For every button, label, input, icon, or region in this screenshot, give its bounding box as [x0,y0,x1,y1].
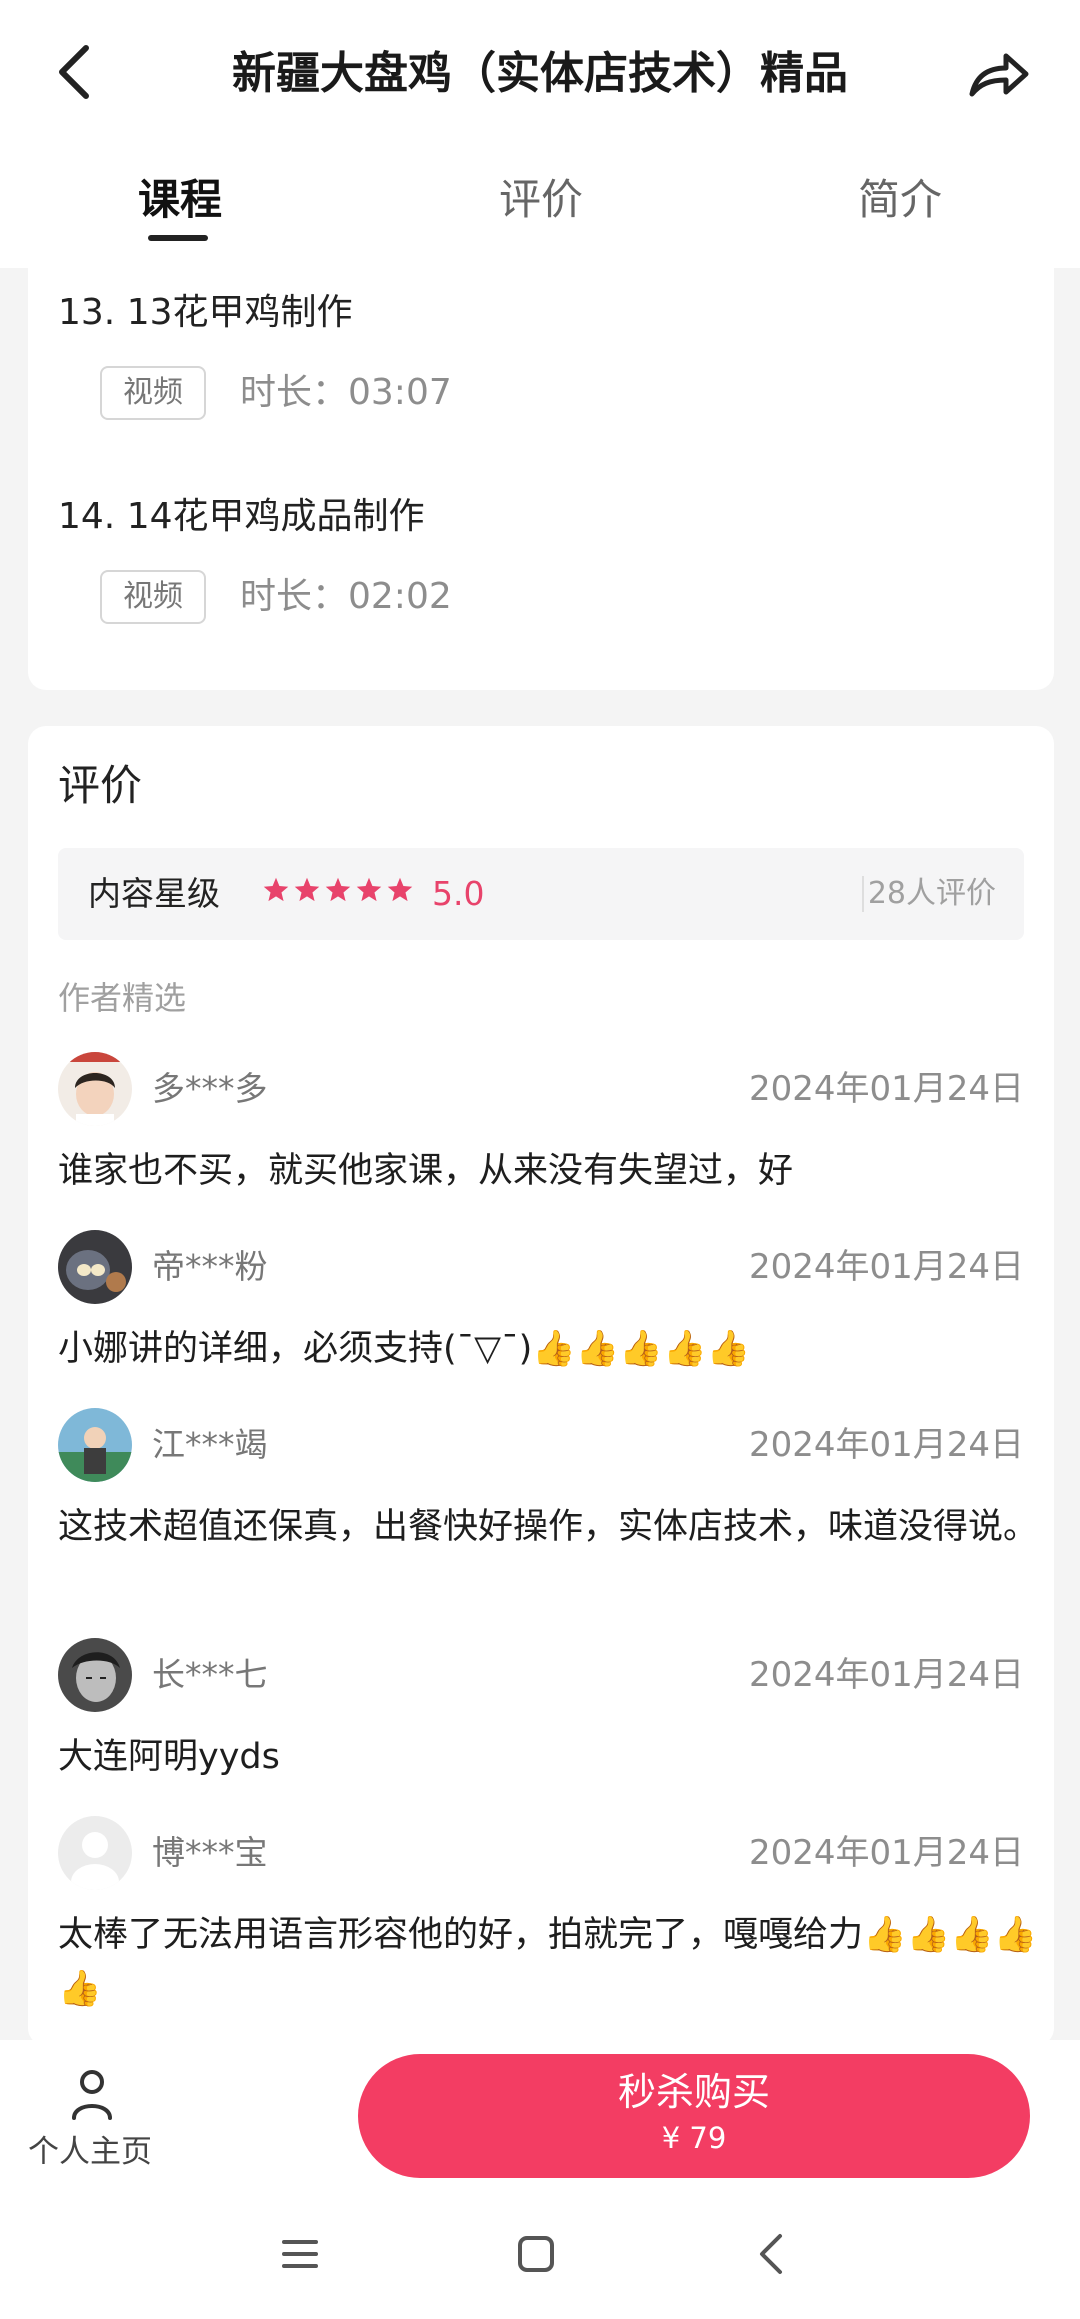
buy-button-price: ¥ 79 [661,2121,727,2155]
lesson-type-tag: 视频 [100,570,206,624]
reviews-heading: 评价 [58,761,143,810]
review-date: 2024年01月24日 [748,1425,1024,1465]
bottom-action-bar: 个人主页 秒杀购买 ¥ 79 [0,2040,1080,2190]
review-date: 2024年01月24日 [748,1655,1024,1695]
reviewer-name: 博***宝 [152,1833,268,1872]
reviewer-name: 帝***粉 [152,1247,268,1286]
review-text: 谁家也不买，就买他家课，从来没有失望过，好 [58,1151,794,1191]
lesson-duration: 时长：03:07 [240,372,452,413]
avatar[interactable] [58,1230,132,1304]
rating-summary[interactable]: 内容星级 5.0 28人评价 [58,848,1024,940]
reviewer-name: 江***竭 [152,1425,268,1464]
review-text: 这技术超值还保真，出餐快好操作，实体店技术，味道没得说。 [58,1507,1039,1547]
person-icon[interactable] [70,2068,114,2120]
home-square-icon[interactable] [516,2234,556,2274]
default-avatar-icon[interactable] [58,1816,132,1890]
star-icon [263,877,289,902]
lesson-type-tag: 视频 [100,366,206,420]
profile-link[interactable]: 个人主页 [28,2130,152,2174]
star-rating [262,876,414,912]
avatar[interactable] [58,1638,132,1712]
system-nav-bar [0,2190,1080,2319]
reviewer-name: 长***七 [152,1655,268,1694]
menu-icon[interactable] [280,2234,320,2274]
page-title: 新疆大盘鸡（实体店技术）精品 [232,48,848,99]
review-date: 2024年01月24日 [748,1069,1024,1109]
tab-reviews[interactable]: 评价 [499,170,583,230]
chevron-left-icon[interactable] [52,42,96,102]
lesson-title[interactable]: 13. 13花甲鸡制作 [58,288,353,338]
lesson-title[interactable]: 14. 14花甲鸡成品制作 [58,492,425,542]
share-arrow-icon[interactable] [966,46,1032,102]
lesson-duration: 时长：02:02 [240,576,452,617]
reviewer-name: 多***多 [152,1069,268,1108]
tab-course[interactable]: 课程 [138,170,222,230]
star-icon [387,877,413,902]
review-text: 太棒了无法用语言形容他的好，拍就完了，嘎嘎给力👍👍👍👍👍 [58,1915,1038,2009]
tab-active-indicator [148,235,208,241]
star-icon [325,877,351,902]
avatar[interactable] [58,1408,132,1482]
review-text: 小娜讲的详细，必须支持(ˉ▽ˉ)👍👍👍👍👍 [58,1329,751,1369]
tab-intro[interactable]: 简介 [858,170,942,230]
back-icon[interactable] [756,2232,786,2276]
star-icon [294,877,320,902]
author-picks-label: 作者精选 [58,979,187,1017]
review-date: 2024年01月24日 [748,1833,1024,1873]
tab-bar: 课程 评价 简介 [0,150,1080,268]
buy-button-label: 秒杀购买 [617,2070,770,2114]
avatar[interactable] [58,1052,132,1126]
top-app-bar: 新疆大盘鸡（实体店技术）精品 [0,0,1080,150]
review-count: 28人评价 [867,876,996,911]
reviews-section: 评价 内容星级 5.0 28人评价 作者精选 多***多 2024年01月24日… [28,726,1054,2046]
review-date: 2024年01月24日 [748,1247,1024,1287]
lesson-list: 13. 13花甲鸡制作 视频 时长：03:07 14. 14花甲鸡成品制作 视频… [28,262,1054,690]
divider [862,876,864,912]
flash-sale-buy-button[interactable]: 秒杀购买 ¥ 79 [358,2054,1030,2178]
rating-label: 内容星级 [88,874,220,913]
star-icon [356,877,382,902]
review-text: 大连阿明yyds [58,1737,280,1777]
rating-score: 5.0 [432,874,485,913]
